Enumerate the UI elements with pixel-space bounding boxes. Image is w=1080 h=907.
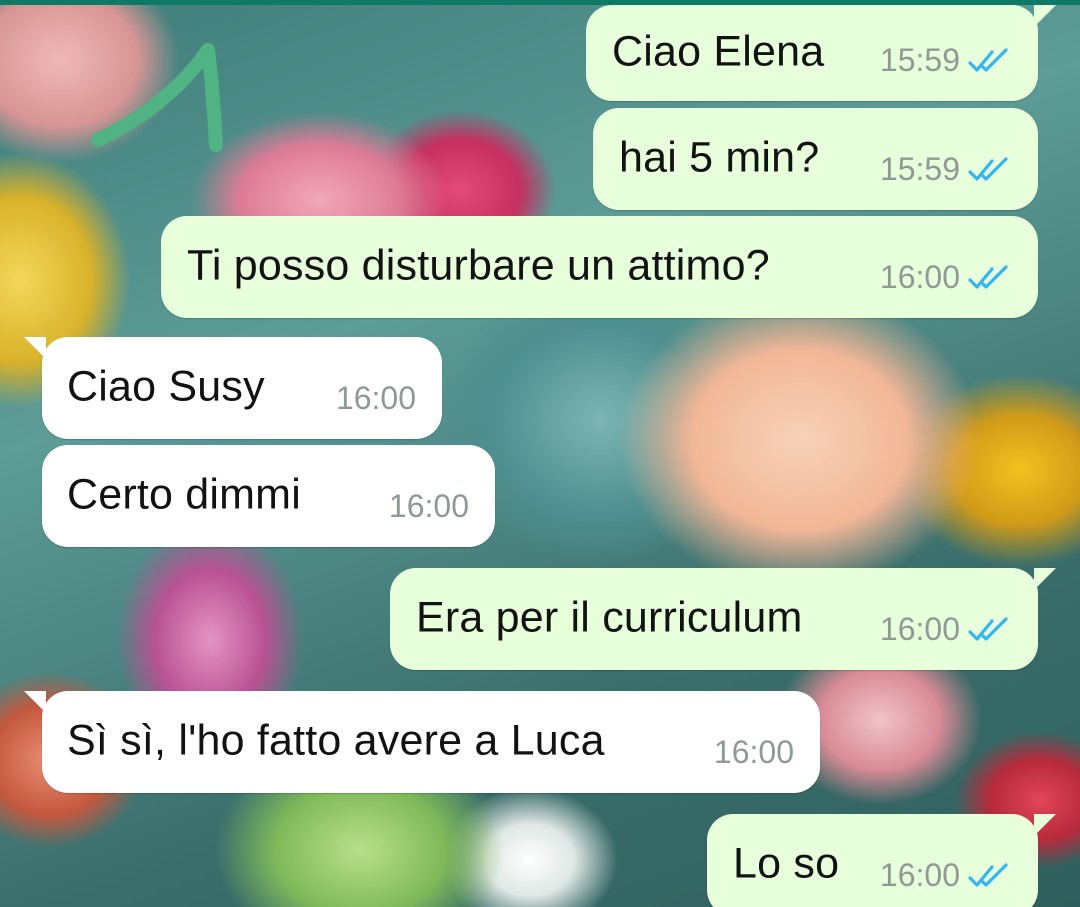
message-timestamp: 15:59	[879, 151, 960, 187]
message-timestamp: 16:00	[879, 857, 960, 893]
double-check-icon	[968, 862, 1008, 887]
bubble-tail	[24, 337, 46, 359]
message-timestamp: 16:00	[713, 734, 794, 770]
message-meta: 16:00	[880, 857, 1012, 894]
message-meta: 16:00	[389, 488, 469, 525]
message-text: Ciao Susy	[67, 362, 265, 411]
message-timestamp: 16:00	[879, 259, 960, 295]
incoming-message-bubble[interactable]: Sì sì, l'ho fatto avere a Luca 16:00	[24, 691, 820, 793]
incoming-message-bubble[interactable]: Certo dimmi 16:00	[42, 445, 495, 547]
outgoing-message-bubble[interactable]: Ti posso disturbare un attimo? 16:00	[161, 216, 1038, 318]
bubble-tail	[24, 691, 46, 713]
message-text: hai 5 min?	[619, 133, 820, 182]
bubble-tail	[1034, 568, 1056, 590]
message-text: Certo dimmi	[67, 470, 301, 519]
double-check-icon	[968, 616, 1008, 641]
message-text: Era per il curriculum	[416, 593, 803, 642]
incoming-message-bubble[interactable]: Ciao Susy 16:00	[24, 337, 442, 439]
message-meta: 15:59	[880, 42, 1012, 79]
outgoing-message-bubble[interactable]: Ciao Elena 15:59	[586, 5, 1056, 101]
message-timestamp: 16:00	[879, 611, 960, 647]
bubble-tail	[1034, 814, 1056, 836]
double-check-icon	[968, 156, 1008, 181]
outgoing-message-bubble[interactable]: Lo so 16:00	[707, 814, 1056, 907]
message-text: Lo so	[733, 839, 840, 888]
outgoing-message-bubble[interactable]: hai 5 min? 15:59	[593, 108, 1038, 210]
outgoing-message-bubble[interactable]: Era per il curriculum 16:00	[390, 568, 1056, 670]
message-meta: 16:00	[880, 611, 1012, 648]
message-meta: 15:59	[880, 151, 1012, 188]
bubble-tail	[1034, 5, 1056, 27]
message-text: Ciao Elena	[612, 27, 825, 76]
double-check-icon	[968, 264, 1008, 289]
message-text: Ti posso disturbare un attimo?	[187, 241, 770, 290]
message-meta: 16:00	[714, 734, 794, 771]
message-timestamp: 16:00	[335, 380, 416, 416]
hand-drawn-arrow-icon	[91, 43, 223, 152]
message-timestamp: 15:59	[879, 42, 960, 78]
message-meta: 16:00	[880, 259, 1012, 296]
message-timestamp: 16:00	[388, 488, 469, 524]
double-check-icon	[968, 47, 1008, 72]
message-meta: 16:00	[336, 380, 416, 417]
message-text: Sì sì, l'ho fatto avere a Luca	[67, 716, 605, 765]
